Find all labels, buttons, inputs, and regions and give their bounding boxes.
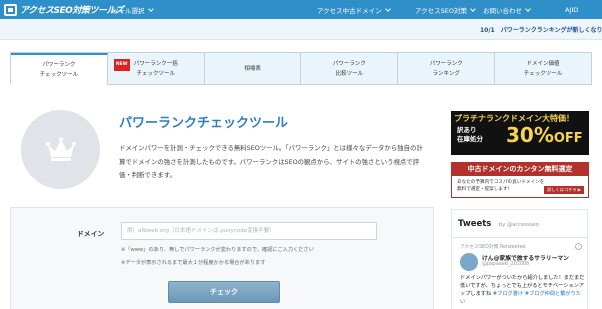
logo-text: アクセスSEO対策ツールズ bbox=[20, 6, 124, 16]
crown-icon bbox=[45, 137, 76, 161]
tab-label: パワーランク一括 チェックツール bbox=[133, 60, 178, 77]
nav-ajid[interactable]: AJID bbox=[565, 0, 578, 19]
tweet-author-handle[interactable]: @papasaki_202008 bbox=[482, 262, 529, 267]
check-button[interactable]: チェック bbox=[168, 281, 280, 303]
nav-seo[interactable]: アクセスSEO対策 bbox=[415, 0, 476, 19]
tweet-body: ドメインパワーがついたから紹介しました！まだまだ低いですが、ちょっとでも上がると… bbox=[460, 274, 585, 306]
domain-label: ドメイン bbox=[77, 230, 105, 238]
crown-emblem bbox=[21, 110, 100, 189]
nav-used-domain[interactable]: アクセス中古ドメイン bbox=[317, 0, 391, 19]
tab-price-table[interactable]: 相場表 bbox=[204, 53, 302, 85]
platinum-sale-banner[interactable]: プラチナランクドメイン大特価！ 訳あり 在庫処分 30%OFF bbox=[451, 111, 589, 155]
selection-banner-button[interactable]: 詳しくはコチラ ▶ bbox=[544, 186, 584, 194]
sale-banner-sub: 訳あり 在庫処分 bbox=[457, 126, 483, 143]
chevron-down-icon bbox=[525, 5, 531, 12]
top-navigation-bar: アクセスSEO対策ツールズ ツール選択 アクセス中古ドメイン アクセスSEO対策… bbox=[0, 0, 602, 19]
nav-seo-label: アクセスSEO対策 bbox=[415, 6, 468, 15]
nav-contact-label: お問い合わせ bbox=[483, 6, 522, 15]
tab-ranking[interactable]: パワーランク ランキング bbox=[398, 53, 496, 85]
tab-domain-value[interactable]: ドメイン価値 チェックツール bbox=[495, 53, 592, 85]
tool-tabs: パワーランク チェックツール NEW パワーランク一括 チェックツール 相場表 … bbox=[10, 52, 592, 85]
nav-contact[interactable]: お問い合わせ bbox=[483, 0, 531, 19]
page-description: ドメインパワーを計測・チェックできる無料SEOツール。「パワーランク」とは様々な… bbox=[119, 144, 423, 179]
nav-tool-select-label: ツール選択 bbox=[112, 6, 145, 15]
selection-banner-line2: 無料で選定・提案します！ bbox=[457, 187, 513, 192]
tab-compare[interactable]: パワーランク 比較ツール bbox=[301, 53, 399, 85]
page-title: パワーランクチェックツール bbox=[119, 116, 289, 131]
site-logo[interactable]: アクセスSEO対策ツールズ bbox=[4, 2, 124, 17]
tab-label: パワーランク チェックツール bbox=[39, 61, 79, 78]
tab-bulk-check[interactable]: NEW パワーランク一括 チェックツール bbox=[107, 53, 205, 85]
info-icon[interactable]: i bbox=[575, 243, 582, 250]
new-badge: NEW bbox=[113, 59, 130, 71]
nav-tool-select[interactable]: ツール選択 bbox=[112, 0, 154, 19]
tab-label: ドメイン価値 チェックツール bbox=[523, 60, 563, 77]
chevron-down-icon bbox=[384, 5, 391, 12]
discount-value: 30% bbox=[506, 123, 554, 147]
chevron-down-icon bbox=[470, 5, 476, 12]
domain-input[interactable] bbox=[121, 222, 377, 240]
logo-icon bbox=[4, 3, 17, 16]
chevron-down-icon bbox=[147, 5, 154, 12]
retweet-label: アクセスSEO対策 Retweeted bbox=[460, 245, 526, 250]
nav-ajid-label: AJID bbox=[565, 5, 579, 14]
selection-banner-title: 中古ドメインのカンタン無料選定 bbox=[452, 163, 588, 176]
tab-power-rank-check[interactable]: パワーランク チェックツール bbox=[11, 53, 108, 85]
domain-check-form: ドメイン ※「www」のあり、無しでパワーランクが変わりますので、確認にご入力く… bbox=[10, 207, 434, 309]
discount-suffix: OFF bbox=[553, 131, 583, 146]
tweets-by-link[interactable]: by @accessseo bbox=[499, 222, 539, 228]
www-note: ※「www」のあり、無しでパワーランクが変わりますので、確認にご入力ください bbox=[121, 247, 314, 253]
avatar[interactable] bbox=[460, 253, 478, 271]
wait-note: ※データが表示されるまで最大１分程度かかる場合があります bbox=[121, 260, 266, 266]
tab-label: 相場表 bbox=[244, 65, 261, 72]
nav-used-domain-label: アクセス中古ドメイン bbox=[317, 6, 382, 15]
sale-banner-discount: 30%OFF bbox=[506, 123, 583, 147]
tweets-title: Tweets bbox=[458, 219, 492, 229]
free-selection-banner[interactable]: 中古ドメインのカンタン無料選定 あなたの予算内でコスパの良いドメインを 無料で選… bbox=[451, 162, 589, 198]
tab-label: パワーランク 比較ツール bbox=[332, 60, 366, 77]
tweet-author-name[interactable]: けん@家族で旅するサラリーマン bbox=[482, 253, 569, 262]
ticker-text[interactable]: 10/1 パワーランクランキングが新しくなりま bbox=[480, 25, 602, 34]
selection-banner-line1: あなたの予算内でコスパの良いドメインを bbox=[457, 180, 545, 185]
tweets-widget: Tweets by @accessseo アクセスSEO対策 Retweeted… bbox=[451, 209, 588, 309]
divider bbox=[452, 237, 587, 238]
news-ticker: 10/1 パワーランクランキングが新しくなりま bbox=[0, 19, 602, 40]
tab-label: パワーランク ランキング bbox=[429, 60, 463, 77]
